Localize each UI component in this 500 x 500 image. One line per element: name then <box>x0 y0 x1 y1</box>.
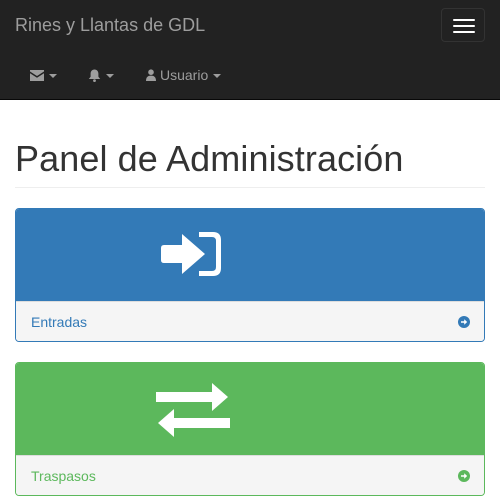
messages-dropdown[interactable] <box>30 64 57 86</box>
top-navbar: Rines y Llantas de GDL Usuario <box>0 0 500 100</box>
traspasos-label: Traspasos <box>31 468 96 484</box>
arrow-circle-right-icon[interactable] <box>458 470 470 482</box>
user-dropdown[interactable]: Usuario <box>146 64 222 86</box>
hamburger-icon <box>453 19 475 21</box>
caret-down-icon <box>213 73 222 78</box>
sign-in-icon <box>161 232 221 276</box>
alerts-dropdown[interactable] <box>88 64 114 86</box>
bell-icon <box>88 69 101 82</box>
title-divider <box>15 187 485 188</box>
traspasos-panel-footer[interactable]: Traspasos <box>16 455 484 495</box>
entradas-panel[interactable]: Entradas <box>15 208 485 342</box>
entradas-label: Entradas <box>31 314 88 330</box>
user-label: Usuario <box>160 67 209 83</box>
arrow-circle-right-icon[interactable] <box>458 316 470 328</box>
brand-title[interactable]: Rines y Llantas de GDL <box>15 14 205 36</box>
menu-toggle-button[interactable] <box>441 8 485 42</box>
exchange-icon <box>156 383 230 437</box>
traspasos-panel[interactable]: Traspasos <box>15 362 485 496</box>
page-title: Panel de Administración <box>15 138 404 179</box>
entradas-panel-heading <box>16 209 484 301</box>
user-icon <box>146 69 156 81</box>
traspasos-panel-heading <box>16 363 484 455</box>
caret-down-icon <box>49 73 57 78</box>
entradas-panel-footer[interactable]: Entradas <box>16 301 484 341</box>
caret-down-icon <box>106 73 114 78</box>
envelope-icon <box>30 69 44 81</box>
